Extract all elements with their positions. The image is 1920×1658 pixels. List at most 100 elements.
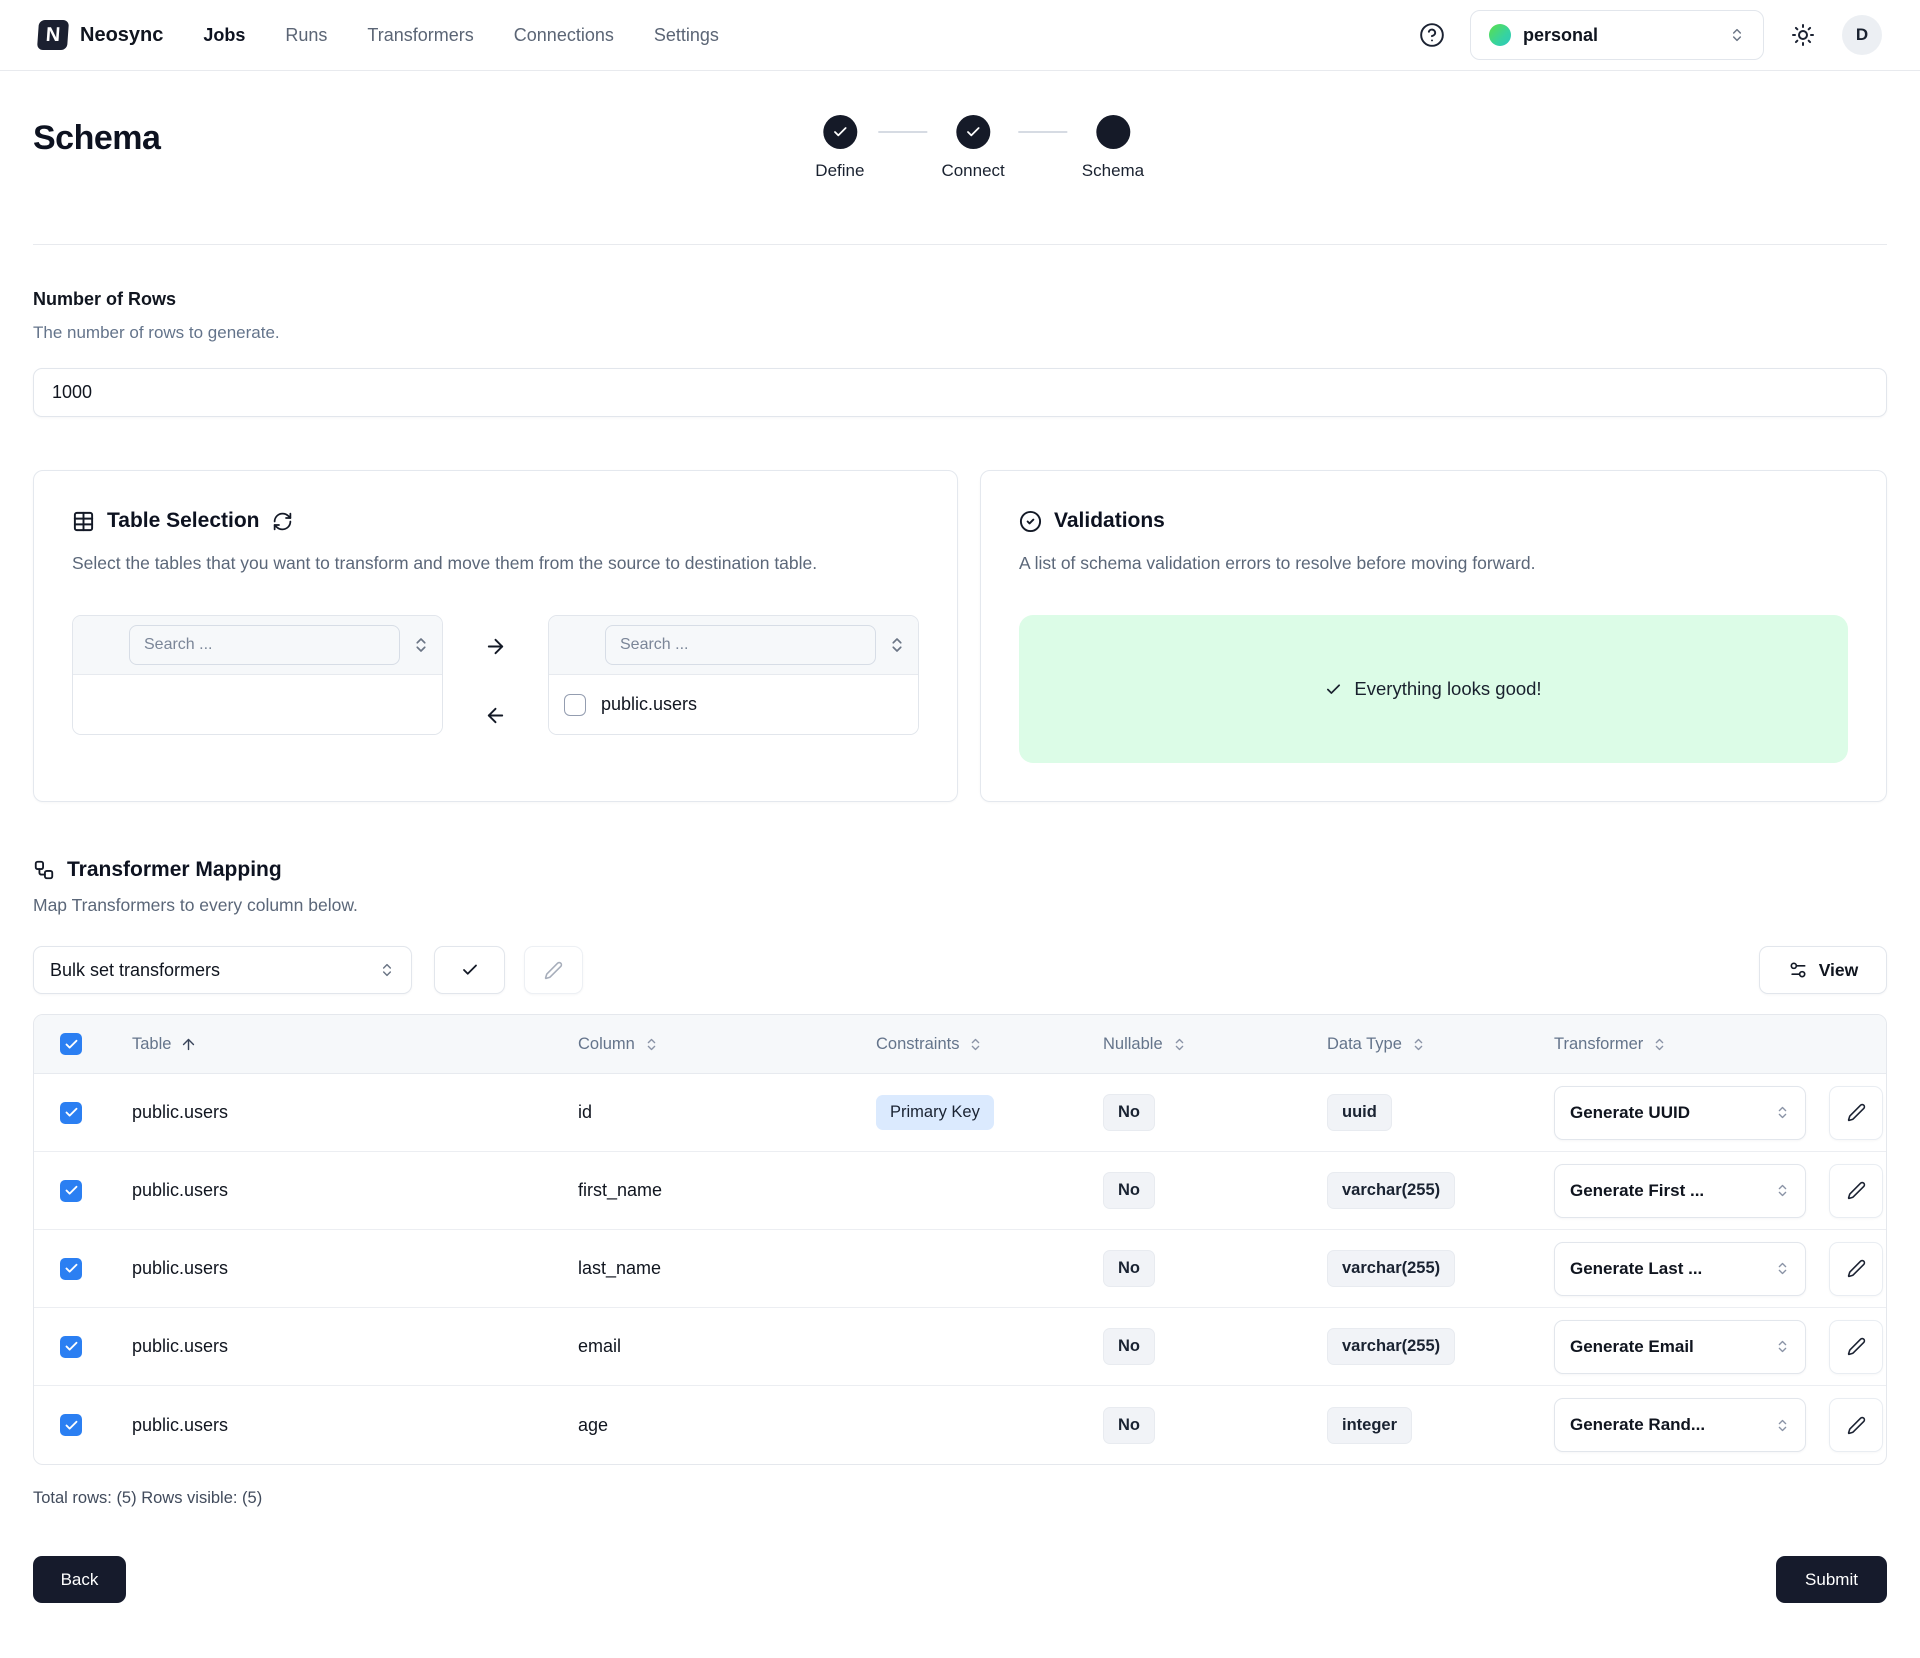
stepper-step: Define [815,115,864,181]
validation-success-message: Everything looks good! [1354,678,1541,700]
table-row: public.users last_name No varchar(255) G… [34,1230,1886,1308]
back-button[interactable]: Back [33,1556,126,1603]
pencil-icon [1847,1181,1866,1200]
data-type-badge: integer [1327,1407,1412,1444]
nav-item-settings[interactable]: Settings [654,25,719,46]
column-header-nullable[interactable]: Nullable [1069,1035,1293,1054]
nav-links: Jobs Runs Transformers Connections Settings [203,25,719,46]
column-header-table[interactable]: Table [98,1035,544,1054]
cell-column: email [578,1336,621,1357]
cell-table: public.users [132,1258,228,1279]
pencil-icon [1847,1337,1866,1356]
step-circle [956,115,990,149]
table-row: public.users email No varchar(255) Gener… [34,1308,1886,1386]
chevrons-up-down-icon [1652,1037,1667,1052]
nav-item-connections[interactable]: Connections [514,25,614,46]
checkmark-icon [64,1037,79,1052]
chevrons-up-down-icon [1775,1183,1790,1198]
workspace-select[interactable]: personal [1470,10,1764,60]
pencil-icon [1847,1103,1866,1122]
nav-item-jobs[interactable]: Jobs [203,25,245,46]
transformer-select[interactable]: Generate Rand... [1554,1398,1806,1452]
user-avatar[interactable]: D [1842,15,1882,55]
column-header-constraints[interactable]: Constraints [842,1035,1069,1054]
bulk-set-transformers-select[interactable]: Bulk set transformers [33,946,412,994]
row-checkbox[interactable] [60,1102,82,1124]
list-item[interactable]: public.users [549,675,918,734]
arrow-right-icon [484,635,507,658]
apply-bulk-button[interactable] [434,946,505,994]
cell-column: first_name [578,1180,662,1201]
row-checkbox[interactable] [60,1414,82,1436]
data-type-badge: uuid [1327,1094,1392,1131]
transformer-select[interactable]: Generate Email [1554,1320,1806,1374]
page-footer: Back Submit [33,1556,1887,1633]
move-right-button[interactable] [480,631,511,662]
cards-row: Table Selection Select the tables that y… [33,470,1887,802]
row-checkbox[interactable] [60,1180,82,1202]
table-row: public.users id Primary Key No uuid Gene… [34,1074,1886,1152]
chevrons-up-down-icon [1411,1037,1426,1052]
list-item-label: public.users [601,694,697,715]
nullable-badge: No [1103,1328,1155,1365]
transformer-mapping-title: Transformer Mapping [67,858,282,882]
sort-chevrons-icon[interactable] [888,636,906,654]
view-button-label: View [1819,960,1859,981]
nullable-badge: No [1103,1172,1155,1209]
brand[interactable]: N Neosync [38,20,163,50]
row-checkbox[interactable] [60,1258,82,1280]
bulk-edit-button[interactable] [524,946,583,994]
number-of-rows-section: Number of Rows The number of rows to gen… [33,289,1887,417]
table-checkbox[interactable] [564,694,586,716]
nullable-badge: No [1103,1407,1155,1444]
transformer-select[interactable]: Generate UUID [1554,1086,1806,1140]
destination-search-input[interactable] [605,625,876,665]
edit-transformer-button[interactable] [1829,1320,1883,1374]
cell-column: id [578,1102,592,1123]
nav-item-runs[interactable]: Runs [285,25,327,46]
sliders-icon [1788,960,1808,980]
sort-chevrons-icon[interactable] [412,636,430,654]
validations-title: Validations [1054,509,1165,533]
edit-transformer-button[interactable] [1829,1398,1883,1452]
refresh-icon[interactable] [272,511,293,532]
table-row: public.users first_name No varchar(255) … [34,1152,1886,1230]
source-listbox [72,615,443,735]
constraint-badge: Primary Key [876,1095,994,1130]
submit-button[interactable]: Submit [1776,1556,1887,1603]
cell-column: age [578,1415,608,1436]
help-button[interactable] [1418,21,1446,49]
step-label: Schema [1082,161,1144,181]
top-nav: N Neosync Jobs Runs Transformers Connection… [0,0,1920,71]
edit-transformer-button[interactable] [1829,1086,1883,1140]
edit-transformer-button[interactable] [1829,1164,1883,1218]
step-check-icon [965,124,981,140]
nullable-badge: No [1103,1094,1155,1131]
dual-listbox: public.users [72,615,919,735]
nullable-badge: No [1103,1250,1155,1287]
column-header-data-type[interactable]: Data Type [1293,1035,1520,1054]
transformer-mapping-description: Map Transformers to every column below. [33,895,1887,916]
step-label: Define [815,161,864,181]
select-all-checkbox[interactable] [60,1033,82,1055]
chevrons-up-down-icon [1775,1261,1790,1276]
step-circle [823,115,857,149]
transformer-select[interactable]: Generate First ... [1554,1164,1806,1218]
column-header-transformer[interactable]: Transformer [1520,1035,1820,1054]
transformer-select[interactable]: Generate Last ... [1554,1242,1806,1296]
edit-transformer-button[interactable] [1829,1242,1883,1296]
pencil-icon [1847,1259,1866,1278]
move-left-button[interactable] [480,700,511,731]
data-type-badge: varchar(255) [1327,1172,1455,1209]
checkmark-icon [64,1418,79,1433]
step-circle [1096,115,1130,149]
column-header-column[interactable]: Column [544,1035,842,1054]
row-checkbox[interactable] [60,1336,82,1358]
pencil-icon [1847,1416,1866,1435]
checkmark-icon [64,1261,79,1276]
number-of-rows-input[interactable] [33,368,1887,417]
nav-item-transformers[interactable]: Transformers [367,25,473,46]
source-search-input[interactable] [129,625,400,665]
theme-toggle-button[interactable] [1788,20,1818,50]
view-options-button[interactable]: View [1759,946,1887,994]
